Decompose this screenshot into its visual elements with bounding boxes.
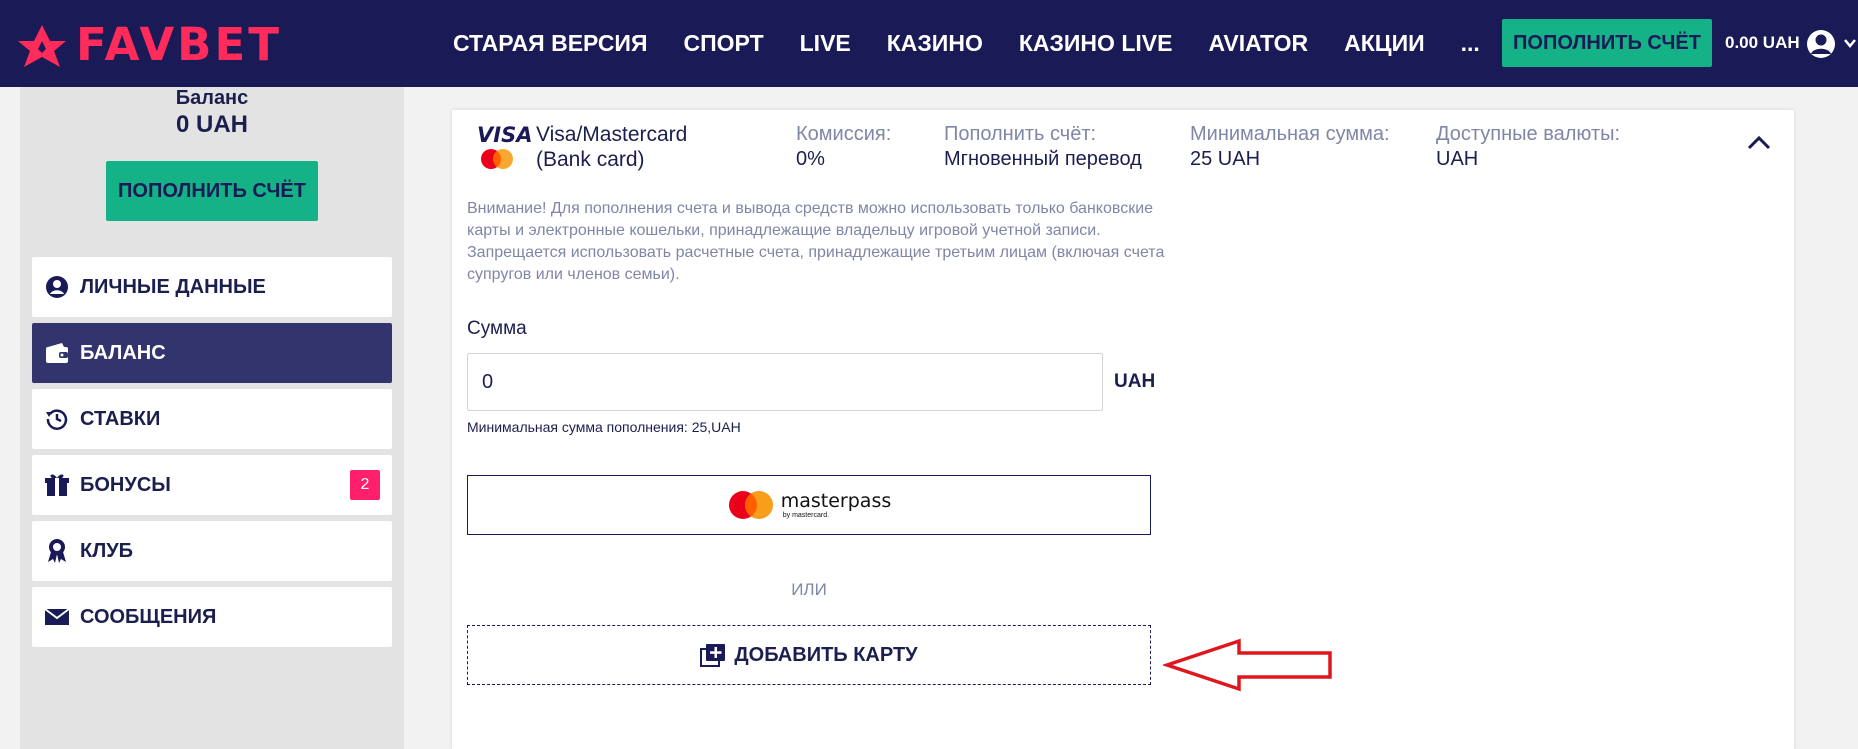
mastercard-logo-icon — [728, 491, 773, 519]
or-divider: ИЛИ — [791, 580, 827, 599]
sidebar-item-label: СТАВКИ — [80, 407, 161, 430]
balance-label: Баланс — [175, 87, 249, 109]
logo-text: FAVBET — [76, 18, 282, 71]
sidebar-item-club[interactable]: КЛУБ — [32, 521, 392, 581]
currencies-info: Доступные валюты: UAH — [1436, 122, 1620, 172]
annotation-arrow-icon — [1163, 638, 1332, 692]
masterpass-subtitle: by mastercard. — [782, 511, 830, 519]
sum-input[interactable] — [467, 353, 1103, 411]
min-amount-note: Минимальная сумма пополнения: 25,UAH — [467, 419, 741, 435]
sidebar-item-label: СООБЩЕНИЯ — [80, 605, 217, 628]
sum-label: Сумма — [467, 318, 527, 339]
award-icon — [42, 538, 72, 564]
mastercard-logo-icon — [481, 149, 513, 169]
warning-text: Внимание! Для пополнения счета и вывода … — [467, 200, 1165, 283]
sidebar-item-label: БАЛАНС — [80, 341, 166, 364]
nav-casino[interactable]: КАЗИНО — [887, 30, 983, 57]
commission-label: Комиссия: — [796, 123, 892, 145]
sidebar-deposit-button[interactable]: ПОПОЛНИТЬ СЧЁТ — [106, 161, 318, 221]
history-icon — [42, 407, 72, 431]
sidebar-item-label: КЛУБ — [80, 539, 134, 562]
bonus-count-badge: 2 — [350, 470, 380, 500]
currencies-value: UAH — [1436, 148, 1479, 170]
nav-sport[interactable]: СПОРТ — [684, 30, 764, 57]
header-deposit-button[interactable]: ПОПОЛНИТЬ СЧЁТ — [1502, 19, 1712, 67]
deposit-type-info: Пополнить счёт: Мгновенный перевод — [944, 122, 1142, 172]
favbet-logo[interactable]: FAVBET — [18, 22, 282, 67]
chevron-up-icon[interactable] — [1747, 134, 1771, 150]
commission-value: 0% — [796, 148, 825, 170]
nav-more-button[interactable]: ... — [1461, 30, 1480, 57]
currency-label: UAH — [1114, 371, 1156, 392]
currencies-label: Доступные валюты: — [1436, 123, 1621, 145]
visa-logo: VISA — [477, 123, 533, 147]
min-amount-label: Минимальная сумма: — [1190, 123, 1390, 145]
nav-live[interactable]: LIVE — [800, 30, 851, 57]
nav-promotions[interactable]: АКЦИИ — [1344, 30, 1425, 57]
main-nav: СТАРАЯ ВЕРСИЯ СПОРТ LIVE КАЗИНО КАЗИНО L… — [453, 0, 1480, 87]
masterpass-text: masterpass by mastercard. — [780, 489, 892, 519]
top-bar: FAVBET СТАРАЯ ВЕРСИЯ СПОРТ LIVE КАЗИНО К… — [0, 0, 1858, 87]
sidebar-item-personal-data[interactable]: ЛИЧНЫЕ ДАННЫЕ — [32, 257, 392, 317]
add-card-button[interactable]: ДОБАВИТЬ КАРТУ — [467, 625, 1151, 685]
header-balance: 0.00 UAH — [1725, 33, 1800, 52]
commission-info: Комиссия: 0% — [796, 122, 891, 172]
account-sidebar: Баланс 0 UAH ПОПОЛНИТЬ СЧЁТ ЛИЧНЫЕ ДАННЫ… — [20, 87, 404, 749]
favbet-logo-icon — [18, 24, 66, 67]
deposit-type-label: Пополнить счёт: — [944, 123, 1097, 145]
user-account-icon[interactable] — [1806, 29, 1836, 59]
nav-aviator[interactable]: AVIATOR — [1208, 30, 1308, 57]
sidebar-item-bets[interactable]: СТАВКИ — [32, 389, 392, 449]
payment-method-card: VISA Visa/Mastercard (Bank card) Комисси… — [452, 110, 1794, 749]
envelope-icon — [42, 607, 72, 627]
sidebar-item-balance[interactable]: БАЛАНС — [32, 323, 392, 383]
sidebar-item-label: ЛИЧНЫЕ ДАННЫЕ — [80, 275, 266, 298]
sidebar-item-bonuses[interactable]: БОНУСЫ 2 — [32, 455, 392, 515]
chevron-down-icon[interactable] — [1843, 36, 1857, 50]
add-card-icon — [700, 644, 726, 667]
balance-value: 0 UAH — [175, 111, 248, 138]
min-amount-value: 25 UAH — [1190, 148, 1261, 170]
deposit-type-value: Мгновенный перевод — [944, 148, 1142, 170]
sidebar-item-messages[interactable]: СООБЩЕНИЯ — [32, 587, 392, 647]
user-icon — [42, 275, 72, 299]
nav-old-version[interactable]: СТАРАЯ ВЕРСИЯ — [453, 30, 648, 57]
gift-icon — [42, 472, 72, 498]
wallet-icon — [42, 341, 72, 365]
payment-method-name: Visa/Mastercard (Bank card) — [536, 123, 688, 171]
min-amount-info: Минимальная сумма: 25 UAH — [1190, 122, 1390, 172]
nav-casino-live[interactable]: КАЗИНО LIVE — [1019, 30, 1173, 57]
sidebar-item-label: БОНУСЫ — [80, 473, 171, 496]
add-card-label: ДОБАВИТЬ КАРТУ — [734, 643, 918, 666]
masterpass-button[interactable]: masterpass by mastercard. — [467, 475, 1151, 535]
masterpass-name: masterpass — [780, 489, 892, 512]
